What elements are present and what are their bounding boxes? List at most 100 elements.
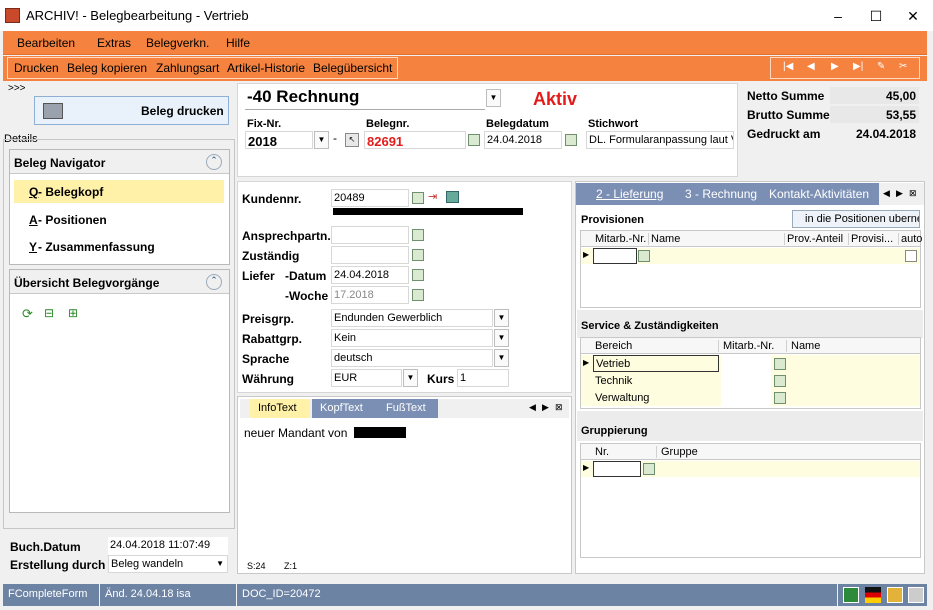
print-beleg-button[interactable]: Beleg drucken bbox=[34, 96, 229, 125]
tab-kopftext[interactable]: KopfText bbox=[312, 399, 376, 418]
select-icon[interactable] bbox=[412, 192, 424, 204]
zustaendig-field[interactable] bbox=[331, 246, 409, 264]
close-button[interactable]: ✕ bbox=[903, 6, 923, 26]
drucken-button[interactable]: Drucken bbox=[14, 61, 59, 75]
rabattgrp-dropdown-icon[interactable]: ▼ bbox=[494, 329, 509, 347]
belegdatum-field[interactable]: 24.04.2018 bbox=[484, 131, 562, 149]
tab-infotext[interactable]: InfoText bbox=[250, 399, 310, 418]
calendar-icon[interactable] bbox=[412, 269, 424, 281]
nav-item-positionen[interactable]: A - Positionen bbox=[14, 208, 224, 231]
preisgrp-select[interactable]: Endunden Gewerblich bbox=[331, 309, 493, 327]
menu-hilfe[interactable]: Hilfe bbox=[226, 36, 250, 50]
stichwort-field[interactable]: DL. Formularanpassung laut V bbox=[586, 131, 734, 149]
bereich-cell[interactable]: Verwaltung bbox=[595, 392, 649, 404]
beleg-kopieren-button[interactable]: Beleg kopieren bbox=[67, 61, 147, 75]
select-icon[interactable] bbox=[468, 134, 480, 146]
tab-scroll-left-icon[interactable]: ◀ bbox=[529, 402, 536, 413]
tab-rechnung[interactable]: 3 - Rechnung bbox=[685, 187, 757, 201]
belegnr-label: Belegnr. bbox=[366, 118, 410, 130]
belegnr-field[interactable]: 82691 bbox=[364, 131, 466, 149]
tab-scroll-right-icon[interactable]: ▶ bbox=[542, 402, 549, 413]
kurs-field[interactable]: 1 bbox=[457, 369, 509, 387]
artikel-historie-button[interactable]: Artikel-Historie bbox=[227, 61, 305, 75]
grid-header: Bereich Mitarb.-Nr. Name bbox=[581, 338, 920, 354]
waehrung-dropdown-icon[interactable]: ▼ bbox=[403, 369, 418, 387]
beleguebersicht-button[interactable]: Belegübersicht bbox=[313, 61, 392, 75]
table-row[interactable]: Verwaltung bbox=[581, 389, 920, 406]
erstellung-select[interactable]: Beleg wandeln ▼ bbox=[108, 555, 228, 573]
mitarb-cell[interactable] bbox=[721, 372, 771, 389]
tab-scroll-left-icon[interactable]: ◀ bbox=[883, 188, 890, 199]
bereich-cell[interactable]: Vetrieb bbox=[593, 355, 719, 372]
edit-icon[interactable]: ✎ bbox=[877, 61, 885, 72]
table-row[interactable]: ▶ Vetrieb bbox=[581, 355, 920, 372]
mitarb-input[interactable] bbox=[593, 248, 637, 264]
tab-kontakt[interactable]: Kontakt-Aktivitäten bbox=[769, 187, 869, 201]
expand-tree-icon[interactable]: ⊞ bbox=[68, 306, 78, 320]
lieferdatum-field[interactable]: 24.04.2018 bbox=[331, 266, 409, 284]
maximize-button[interactable]: ☐ bbox=[866, 6, 886, 26]
prev-record-icon[interactable]: ◀ bbox=[807, 61, 815, 72]
uebernehmen-button[interactable]: in die Positionen uberne bbox=[792, 210, 920, 228]
lock-icon[interactable] bbox=[887, 587, 903, 603]
collapse-icon[interactable]: ⌃ bbox=[206, 154, 222, 170]
transfer-icon[interactable]: ⇥ bbox=[428, 190, 437, 203]
next-record-icon[interactable]: ▶ bbox=[831, 61, 839, 72]
bereich-cell[interactable]: Technik bbox=[595, 375, 632, 387]
menu-extras[interactable]: Extras bbox=[97, 36, 131, 50]
menu-bearbeiten[interactable]: Bearbeiten bbox=[17, 36, 75, 50]
menu-belegverkn[interactable]: Belegverkn. bbox=[146, 36, 209, 50]
select-icon[interactable] bbox=[643, 463, 655, 475]
nr-input[interactable] bbox=[593, 461, 641, 477]
rabattgrp-select[interactable]: Kein bbox=[331, 329, 493, 347]
nav-item-belegkopf[interactable]: Q - Belegkopf bbox=[14, 180, 224, 203]
last-record-icon[interactable]: ▶| bbox=[853, 61, 863, 72]
zahlungsart-button[interactable]: Zahlungsart bbox=[156, 61, 219, 75]
german-flag-icon[interactable] bbox=[865, 587, 881, 603]
tab-close-icon[interactable]: ⊠ bbox=[909, 188, 917, 199]
tab-close-icon[interactable]: ⊠ bbox=[555, 402, 563, 413]
minimize-button[interactable]: – bbox=[828, 6, 848, 26]
printer-icon[interactable] bbox=[908, 587, 924, 603]
mitarb-cell[interactable] bbox=[721, 389, 771, 406]
collapse-tree-icon[interactable]: ⊟ bbox=[44, 306, 54, 320]
refresh-icon[interactable]: ⟳ bbox=[22, 306, 33, 322]
table-row[interactable]: ▶ bbox=[581, 461, 920, 477]
cancel-edit-icon[interactable]: ✂ bbox=[899, 61, 907, 72]
sprache-label: Sprache bbox=[242, 352, 290, 366]
mitarb-cell[interactable] bbox=[721, 355, 771, 372]
collapse-icon[interactable]: ⌃ bbox=[206, 274, 222, 290]
table-row[interactable]: ▶ bbox=[581, 248, 920, 264]
first-record-icon[interactable]: |◀ bbox=[783, 61, 793, 72]
fix-dropdown-icon[interactable]: ▼ bbox=[314, 131, 329, 149]
sprache-dropdown-icon[interactable]: ▼ bbox=[494, 349, 509, 367]
sprache-select[interactable]: deutsch bbox=[331, 349, 493, 367]
select-icon[interactable] bbox=[638, 250, 650, 262]
tab-fusstext[interactable]: FußText bbox=[376, 399, 438, 418]
select-icon[interactable] bbox=[412, 289, 424, 301]
pick-icon[interactable]: ↖ bbox=[345, 133, 359, 147]
preisgrp-dropdown-icon[interactable]: ▼ bbox=[494, 309, 509, 327]
table-row[interactable]: Technik bbox=[581, 372, 920, 389]
ansprech-field[interactable] bbox=[331, 226, 409, 244]
select-icon[interactable] bbox=[774, 392, 786, 404]
auto-checkbox[interactable] bbox=[905, 250, 917, 262]
select-icon[interactable] bbox=[774, 375, 786, 387]
infotext-editor[interactable]: neuer Mandant von bbox=[242, 422, 569, 557]
select-icon[interactable] bbox=[774, 358, 786, 370]
nav-item-zusammenfassung[interactable]: Y - Zusammenfassung bbox=[14, 235, 224, 258]
expand-toggle[interactable]: >>> bbox=[8, 83, 26, 94]
tab-scroll-right-icon[interactable]: ▶ bbox=[896, 188, 903, 199]
lieferwoche-field[interactable]: 17.2018 bbox=[331, 286, 409, 304]
fix-nr-field[interactable]: 2018 bbox=[245, 131, 313, 149]
select-icon[interactable] bbox=[412, 229, 424, 241]
select-icon[interactable] bbox=[412, 249, 424, 261]
calendar-icon[interactable] bbox=[565, 134, 577, 146]
tab-lieferung[interactable]: 2 - Lieferung bbox=[596, 187, 663, 201]
doctype-dropdown-icon[interactable]: ▼ bbox=[486, 89, 501, 107]
door-icon[interactable] bbox=[446, 191, 459, 203]
waehrung-select[interactable]: EUR bbox=[331, 369, 402, 387]
kundennr-field[interactable]: 20489 bbox=[331, 189, 409, 207]
doctype-select[interactable]: -40 Rechnung bbox=[245, 87, 485, 110]
excel-icon[interactable] bbox=[843, 587, 859, 603]
